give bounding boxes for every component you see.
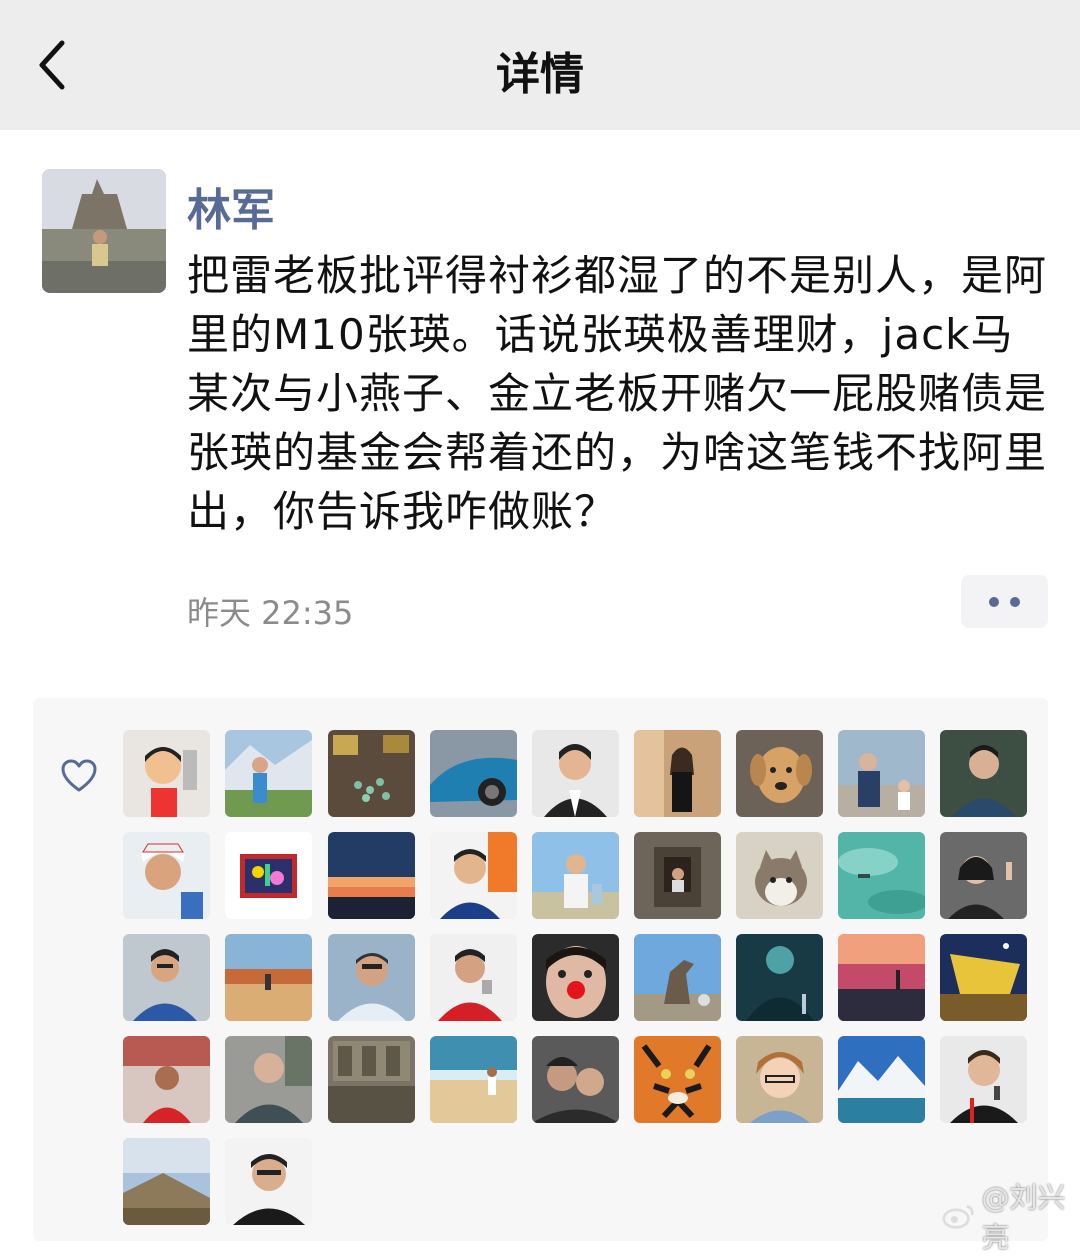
author-avatar[interactable] (42, 169, 166, 293)
liker-avatar[interactable] (634, 934, 721, 1021)
liker-avatar[interactable] (123, 832, 210, 919)
liker-avatar[interactable] (838, 934, 925, 1021)
liker-avatar[interactable] (532, 730, 619, 817)
liker-avatar[interactable] (225, 730, 312, 817)
liker-avatar[interactable] (736, 730, 823, 817)
liker-avatar[interactable] (123, 730, 210, 817)
weibo-logo-icon (942, 1205, 974, 1229)
liker-avatar[interactable] (225, 832, 312, 919)
liker-avatar[interactable] (940, 1036, 1027, 1123)
liker-avatar[interactable] (838, 1036, 925, 1123)
watermark: @刘兴亮 (942, 1181, 1080, 1254)
liker-avatar[interactable] (123, 1138, 210, 1225)
liker-avatar[interactable] (838, 832, 925, 919)
more-button[interactable] (961, 575, 1048, 628)
liker-avatar[interactable] (225, 1036, 312, 1123)
liker-avatar[interactable] (634, 1036, 721, 1123)
post-timestamp: 昨天 22:35 (187, 594, 354, 632)
liker-avatar[interactable] (736, 934, 823, 1021)
liker-avatar[interactable] (430, 832, 517, 919)
liker-avatar[interactable] (940, 730, 1027, 817)
top-bar: 详情 (0, 0, 1080, 130)
liker-avatar[interactable] (225, 934, 312, 1021)
liker-avatar[interactable] (532, 832, 619, 919)
liker-avatar[interactable] (328, 1036, 415, 1123)
liker-avatar[interactable] (634, 832, 721, 919)
liker-avatar[interactable] (328, 730, 415, 817)
liker-avatar[interactable] (430, 934, 517, 1021)
watermark-text: @刘兴亮 (981, 1181, 1066, 1254)
author-name[interactable]: 林军 (187, 174, 275, 238)
liker-avatar[interactable] (225, 1138, 312, 1225)
liker-avatar[interactable] (123, 934, 210, 1021)
liker-avatar[interactable] (123, 1036, 210, 1123)
liker-avatar[interactable] (940, 832, 1027, 919)
more-dots-icon (989, 597, 999, 607)
liker-avatar[interactable] (838, 730, 925, 817)
liker-avatar[interactable] (430, 1036, 517, 1123)
liker-avatar[interactable] (532, 1036, 619, 1123)
liker-avatar[interactable] (328, 832, 415, 919)
liker-avatar[interactable] (328, 934, 415, 1021)
liker-avatar[interactable] (532, 934, 619, 1021)
page-title: 详情 (496, 49, 584, 100)
liker-avatar[interactable] (634, 730, 721, 817)
liker-avatar[interactable] (736, 832, 823, 919)
more-dots-icon (1010, 597, 1020, 607)
liker-avatar[interactable] (736, 1036, 823, 1123)
liker-avatar[interactable] (940, 934, 1027, 1021)
liker-avatar[interactable] (430, 730, 517, 817)
post-text: 把雷老板批评得衬衫都湿了的不是别人，是阿里的M10张瑛。话说张瑛极善理财，jac… (187, 251, 1048, 536)
heart-outline-icon (61, 759, 97, 792)
